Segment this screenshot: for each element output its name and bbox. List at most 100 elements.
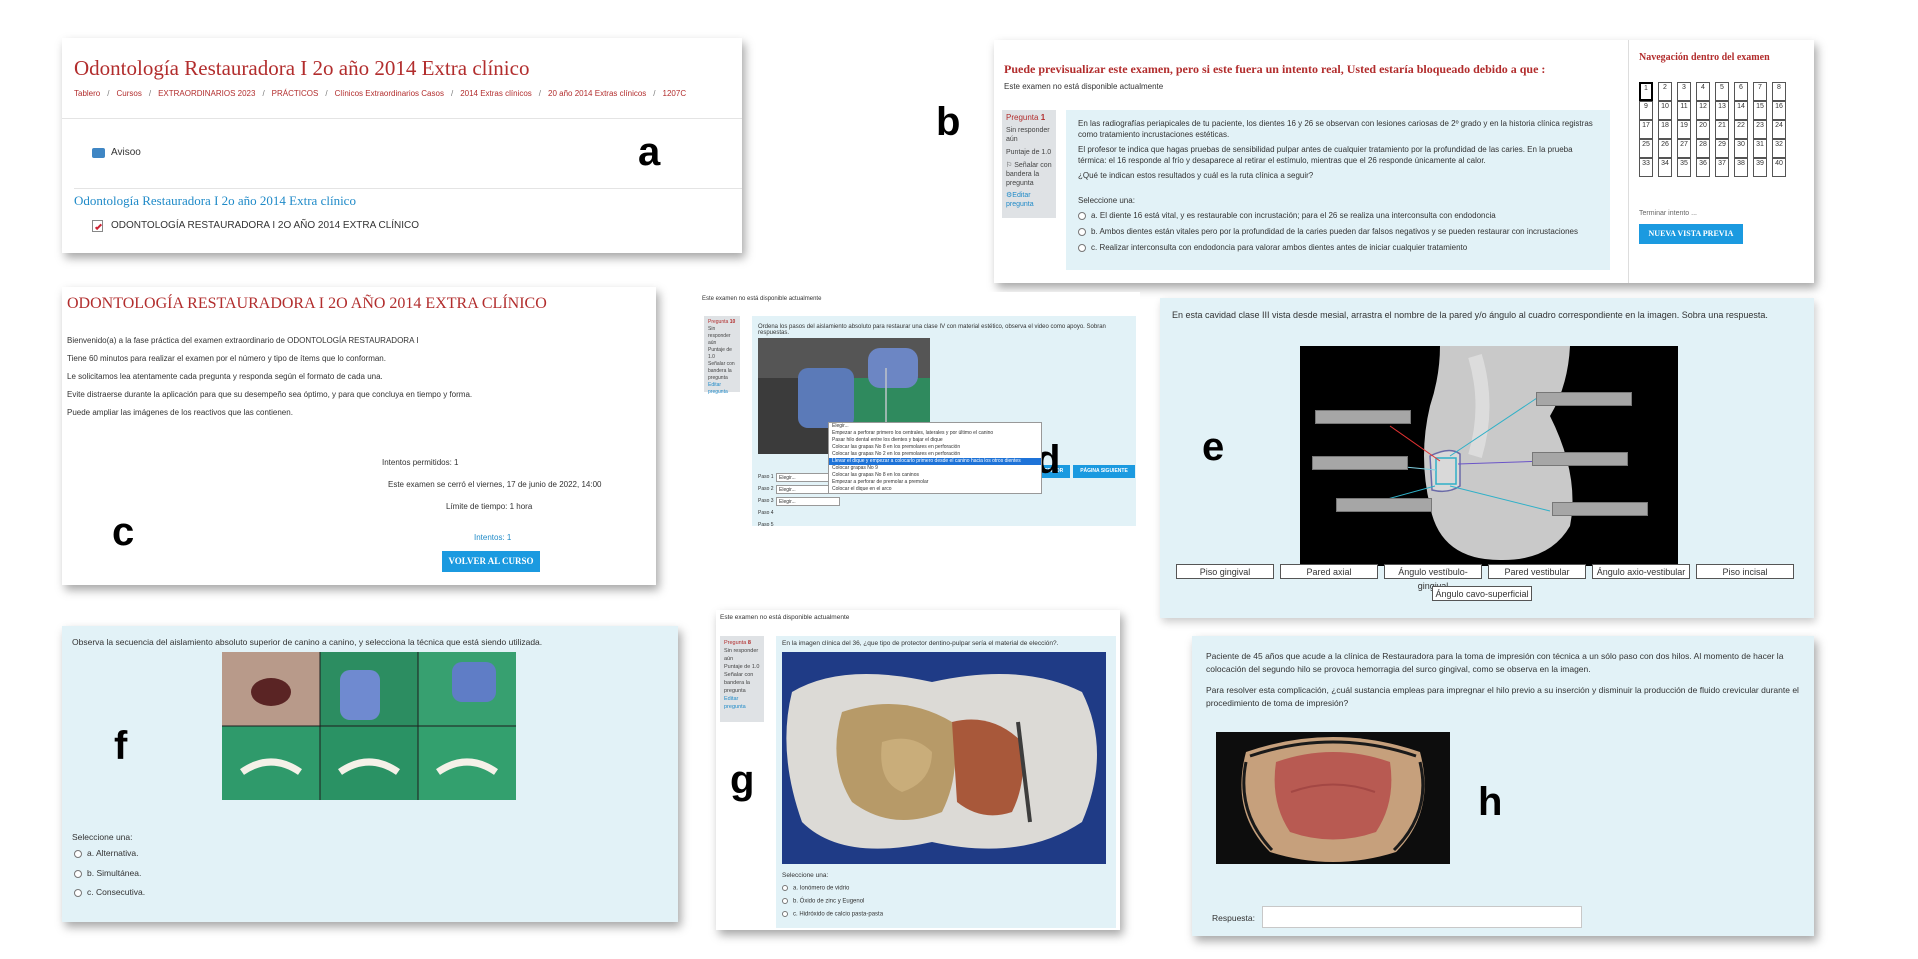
answer-option[interactable]: b. Ambos dientes están vitales pero por … — [1078, 226, 1598, 237]
nav-question-button[interactable]: 30 — [1734, 139, 1748, 158]
dropdown-option[interactable]: Pasar hilo dental entre los dientes y ba… — [829, 437, 1041, 444]
dropdown-option[interactable]: Colocar las grapas No 8 en los caninos — [829, 472, 1041, 479]
nav-question-button[interactable]: 32 — [1772, 139, 1786, 158]
nav-question-button[interactable]: 34 — [1658, 158, 1672, 177]
edit-question[interactable]: Editar pregunta — [708, 382, 736, 396]
flag-question[interactable]: Señalar con bandera la pregunta — [708, 361, 736, 382]
drag-word[interactable]: Pared axial — [1280, 564, 1378, 579]
dropdown-option[interactable]: Colocar grapas No 9 — [829, 465, 1041, 472]
nav-question-button[interactable]: 2 — [1658, 82, 1672, 101]
drag-word[interactable]: Ángulo vestíbulo-gingival — [1384, 564, 1482, 591]
radio-button[interactable] — [74, 888, 82, 897]
nav-question-button[interactable]: 36 — [1696, 158, 1710, 177]
radio-button[interactable] — [74, 869, 82, 878]
drop-zone[interactable] — [1312, 456, 1408, 470]
finish-attempt-link[interactable]: Terminar intento ... — [1639, 210, 1697, 217]
drag-word[interactable]: Ángulo cavo-superficial — [1432, 586, 1532, 601]
flag-question[interactable]: Señalar con bandera la pregunta — [724, 671, 760, 695]
drag-word[interactable]: Pared vestibular — [1488, 564, 1586, 579]
dropdown-option[interactable]: Empezar a perforar primero los centrales… — [829, 430, 1041, 437]
dropdown-list[interactable]: Elegir... Empezar a perforar primero los … — [828, 422, 1042, 494]
drop-zone[interactable] — [1336, 498, 1432, 512]
breadcrumb-item[interactable]: EXTRAORDINARIOS 2023 — [158, 89, 255, 98]
nav-question-button[interactable]: 15 — [1753, 101, 1767, 120]
nav-question-button[interactable]: 20 — [1696, 120, 1710, 139]
nav-question-button[interactable]: 24 — [1772, 120, 1786, 139]
step-select[interactable]: Elegir... — [776, 496, 840, 506]
nav-question-button[interactable]: 16 — [1772, 101, 1786, 120]
dropdown-option[interactable]: Colocar el dique en el arco — [829, 486, 1041, 493]
section-title[interactable]: Odontología Restauradora I 2o año 2014 E… — [74, 193, 356, 209]
nav-question-button[interactable]: 11 — [1677, 101, 1691, 120]
radio-button[interactable] — [1078, 211, 1086, 220]
nav-question-button[interactable]: 3 — [1677, 82, 1691, 101]
answer-option[interactable]: b. Óxido de zinc y Eugenol — [782, 898, 864, 905]
answer-option[interactable]: a. Alternativa. — [74, 848, 139, 858]
drag-word[interactable]: Piso gingival — [1176, 564, 1274, 579]
dropdown-option[interactable]: Empezar a perforar de premolar a premola… — [829, 479, 1041, 486]
breadcrumb-item[interactable]: PRÁCTICOS — [272, 89, 319, 98]
attempts-link[interactable]: Intentos: 1 — [474, 533, 511, 542]
nav-question-button[interactable]: 25 — [1639, 139, 1653, 158]
radio-button[interactable] — [1078, 227, 1086, 236]
nav-question-button[interactable]: 13 — [1715, 101, 1729, 120]
new-preview-button[interactable]: NUEVA VISTA PREVIA — [1639, 224, 1743, 244]
radio-button[interactable] — [782, 898, 788, 904]
avisos-link[interactable]: Avisoo — [111, 147, 141, 158]
answer-option[interactable]: c. Realizar interconsulta con endodoncia… — [1078, 242, 1598, 253]
answer-option[interactable]: a. Ionómero de vidrio — [782, 885, 849, 892]
edit-question[interactable]: Editar pregunta — [724, 695, 760, 711]
breadcrumb-item[interactable]: 20 año 2014 Extras clínicos — [548, 89, 646, 98]
nav-question-button[interactable]: 9 — [1639, 101, 1653, 120]
nav-question-button[interactable]: 21 — [1715, 120, 1729, 139]
quiz-link[interactable]: ODONTOLOGÍA RESTAURADORA I 2O AÑO 2014 E… — [111, 220, 419, 231]
nav-question-button[interactable]: 27 — [1677, 139, 1691, 158]
nav-question-button[interactable]: 1 — [1639, 82, 1653, 101]
nav-question-button[interactable]: 31 — [1753, 139, 1767, 158]
radio-button[interactable] — [74, 849, 82, 858]
drop-zone[interactable] — [1552, 502, 1648, 516]
answer-option[interactable]: c. Consecutiva. — [74, 887, 145, 897]
nav-question-button[interactable]: 39 — [1753, 158, 1767, 177]
dropdown-option[interactable]: Colocar las grapas No 8 en los premolare… — [829, 444, 1041, 451]
drag-word[interactable]: Piso incisal — [1696, 564, 1794, 579]
back-to-course-button[interactable]: VOLVER AL CURSO — [442, 551, 540, 572]
nav-question-button[interactable]: 12 — [1696, 101, 1710, 120]
nav-question-button[interactable]: 26 — [1658, 139, 1672, 158]
dropdown-option[interactable]: Elegir... — [829, 423, 1041, 430]
radio-button[interactable] — [1078, 243, 1086, 252]
radio-button[interactable] — [782, 885, 788, 891]
drop-zone[interactable] — [1536, 392, 1632, 406]
nav-question-button[interactable]: 8 — [1772, 82, 1786, 101]
flag-question[interactable]: ⚐ Señalar con bandera la pregunta — [1006, 161, 1052, 188]
nav-question-button[interactable]: 29 — [1715, 139, 1729, 158]
nav-question-button[interactable]: 17 — [1639, 120, 1653, 139]
nav-question-button[interactable]: 35 — [1677, 158, 1691, 177]
dropdown-option[interactable]: Llevar el dique y empezar a colocarlo pr… — [829, 458, 1041, 465]
nav-question-button[interactable]: 5 — [1715, 82, 1729, 101]
nav-question-button[interactable]: 18 — [1658, 120, 1672, 139]
answer-option[interactable]: b. Simultánea. — [74, 868, 141, 878]
dropdown-option[interactable]: Colocar las grapas No 2 en los premolare… — [829, 451, 1041, 458]
answer-input[interactable] — [1262, 906, 1582, 928]
breadcrumb-item[interactable]: 2014 Extras clínicos — [460, 89, 532, 98]
breadcrumb-item[interactable]: 1207C — [663, 89, 687, 98]
nav-question-button[interactable]: 23 — [1753, 120, 1767, 139]
nav-question-button[interactable]: 14 — [1734, 101, 1748, 120]
nav-question-button[interactable]: 7 — [1753, 82, 1767, 101]
edit-question[interactable]: ⚙Editar pregunta — [1006, 191, 1052, 209]
breadcrumb-item[interactable]: Cursos — [116, 89, 141, 98]
breadcrumb-item[interactable]: Clínicos Extraordinarios Casos — [335, 89, 444, 98]
answer-option[interactable]: c. Hidróxido de calcio pasta-pasta — [782, 911, 883, 918]
nav-question-button[interactable]: 28 — [1696, 139, 1710, 158]
next-page-button[interactable]: PÁGINA SIGUIENTE — [1073, 465, 1135, 478]
nav-question-button[interactable]: 10 — [1658, 101, 1672, 120]
nav-question-button[interactable]: 19 — [1677, 120, 1691, 139]
answer-option[interactable]: a. El diente 16 está vital, y es restaur… — [1078, 210, 1598, 221]
breadcrumb-item[interactable]: Tablero — [74, 89, 100, 98]
nav-question-button[interactable]: 6 — [1734, 82, 1748, 101]
nav-question-button[interactable]: 38 — [1734, 158, 1748, 177]
nav-question-button[interactable]: 22 — [1734, 120, 1748, 139]
drop-zone[interactable] — [1532, 452, 1628, 466]
nav-question-button[interactable]: 33 — [1639, 158, 1653, 177]
